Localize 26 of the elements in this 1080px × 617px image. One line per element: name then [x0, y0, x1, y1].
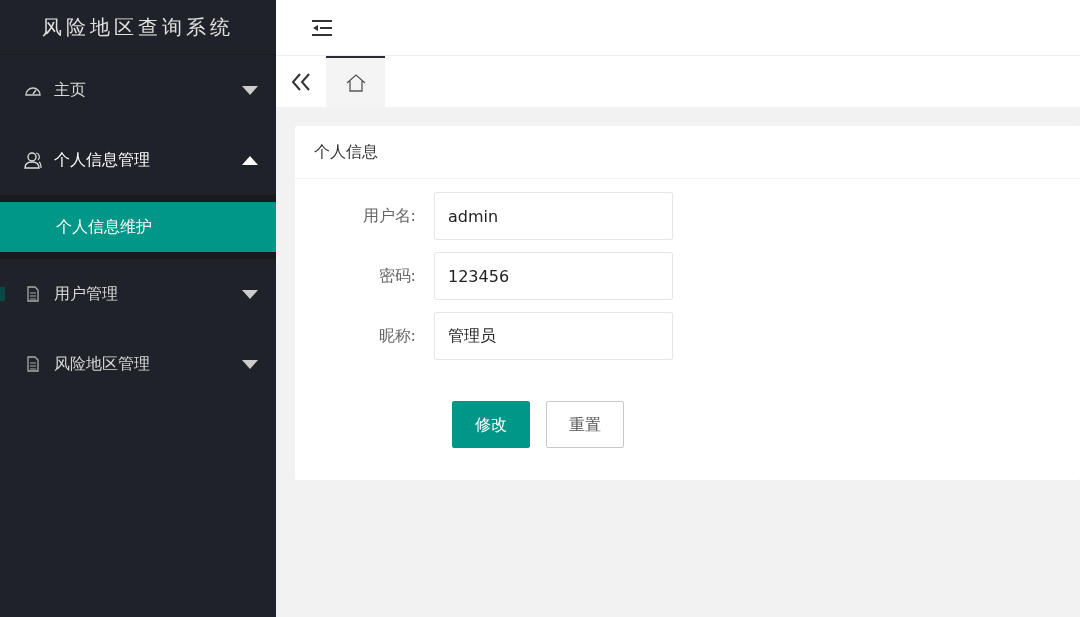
field-label: 昵称:	[377, 325, 417, 347]
sidebar-item[interactable]: 用户管理	[0, 259, 276, 329]
home-tab[interactable]	[326, 56, 385, 107]
submenu-item[interactable]: 个人信息维护	[0, 202, 276, 252]
submit-button[interactable]: 修改	[452, 401, 530, 448]
caret-icon	[242, 155, 258, 165]
input-field[interactable]: 管理员	[434, 312, 673, 360]
input-field[interactable]: 123456	[434, 252, 673, 300]
sidebar-item[interactable]: 风险地区管理	[0, 329, 276, 399]
field-label: 用户名:	[361, 205, 417, 227]
document-icon	[24, 355, 42, 373]
document-icon	[24, 285, 42, 303]
input-field[interactable]: admin	[434, 192, 673, 240]
double-chevron-left-icon[interactable]	[291, 72, 311, 91]
sidebar-item[interactable]: 个人信息管理	[0, 125, 276, 195]
active-indicator	[0, 287, 5, 301]
caret-icon	[242, 359, 258, 369]
home-icon	[345, 73, 366, 92]
panel-title: 个人信息	[295, 126, 1080, 179]
caret-icon	[242, 85, 258, 95]
sidebar-item[interactable]: 主页	[0, 55, 276, 125]
caret-icon	[242, 289, 258, 299]
users-icon	[24, 151, 42, 169]
reset-button[interactable]: 重置	[546, 401, 624, 448]
field-label: 密码:	[377, 265, 417, 287]
menu-icon[interactable]	[312, 18, 332, 37]
